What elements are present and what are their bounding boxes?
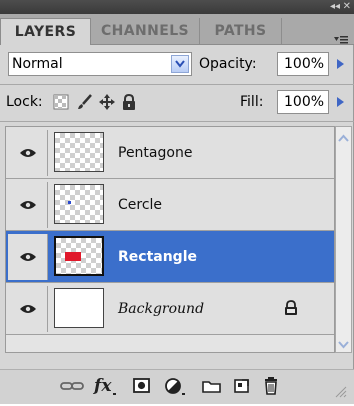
fill-label: Fill:	[240, 94, 264, 110]
layer-name[interactable]: Background	[118, 283, 204, 335]
eye-icon	[20, 253, 36, 261]
chevron-down-icon[interactable]	[171, 55, 189, 73]
scroll-up-arrow-icon[interactable]	[337, 129, 350, 143]
layer-visibility-toggle[interactable]	[8, 130, 48, 176]
layer-thumbnail	[54, 288, 104, 328]
lock-image-pixels-icon[interactable]	[77, 94, 93, 110]
new-group-icon[interactable]	[201, 375, 223, 397]
layers-list: Pentagone Cercle Rectangle Background	[5, 126, 335, 353]
opacity-value: 100%	[284, 56, 325, 72]
layer-row-rectangle[interactable]: Rectangle	[6, 231, 334, 283]
collapse-panel-icon[interactable]: ◂◂	[330, 0, 340, 14]
layers-toolbar: fx	[0, 369, 354, 404]
layer-thumbnail	[54, 132, 104, 172]
layer-lock-icon	[284, 300, 298, 320]
layers-panel: ◂◂ ✕ LAYERS CHANNELS PATHS Normal Opacit…	[0, 0, 354, 404]
eye-icon	[20, 305, 36, 313]
divider	[0, 121, 354, 122]
new-layer-icon[interactable]	[232, 375, 252, 397]
layer-name[interactable]: Pentagone	[118, 127, 192, 179]
eye-icon	[20, 149, 36, 157]
add-mask-icon[interactable]	[132, 375, 152, 397]
thumbnail-red-rect	[65, 252, 81, 261]
layer-row-background[interactable]: Background	[6, 283, 334, 335]
divider	[0, 84, 354, 85]
opacity-input[interactable]: 100%	[277, 52, 329, 76]
fx-icon[interactable]: fx	[93, 375, 119, 397]
opacity-label: Opacity:	[199, 56, 257, 72]
layer-visibility-toggle[interactable]	[8, 182, 48, 228]
panel-menu-icon[interactable]	[334, 34, 348, 47]
tab-paths[interactable]: PATHS	[200, 18, 282, 44]
thumbnail-dot	[68, 201, 71, 204]
fill-value: 100%	[284, 94, 325, 110]
delete-layer-icon[interactable]	[262, 375, 282, 397]
eye-icon	[20, 201, 36, 209]
panel-title-strip: ◂◂ ✕	[0, 0, 354, 14]
layer-row-cercle[interactable]: Cercle	[6, 179, 334, 231]
layer-row-pentagone[interactable]: Pentagone	[6, 127, 334, 179]
layers-scrollbar[interactable]	[335, 126, 352, 353]
scroll-down-arrow-icon[interactable]	[337, 336, 350, 350]
link-layers-icon[interactable]	[60, 375, 84, 397]
panel-tab-bar: LAYERS CHANNELS PATHS	[0, 14, 354, 45]
lock-all-icon[interactable]	[121, 93, 137, 110]
fill-slider-arrow-icon[interactable]	[333, 90, 347, 114]
layer-name[interactable]: Cercle	[118, 179, 162, 231]
tab-layers[interactable]: LAYERS	[0, 18, 91, 45]
lock-position-icon[interactable]	[99, 94, 115, 110]
layer-visibility-toggle[interactable]	[8, 234, 48, 280]
layer-thumbnail	[54, 184, 104, 224]
layer-visibility-toggle[interactable]	[8, 286, 48, 332]
adjustment-layer-icon[interactable]	[163, 375, 187, 397]
layer-name[interactable]: Rectangle	[118, 231, 197, 283]
close-panel-icon[interactable]: ✕	[343, 0, 351, 14]
blend-mode-value: Normal	[12, 56, 63, 72]
lock-transparent-pixels-icon[interactable]	[53, 94, 69, 110]
blend-mode-select[interactable]: Normal	[8, 52, 192, 76]
svg-text:fx: fx	[93, 376, 112, 396]
opacity-slider-arrow-icon[interactable]	[333, 52, 347, 76]
tab-channels[interactable]: CHANNELS	[91, 18, 200, 44]
layer-thumbnail	[54, 236, 104, 276]
fill-input[interactable]: 100%	[277, 90, 329, 114]
lock-label: Lock:	[6, 94, 43, 110]
